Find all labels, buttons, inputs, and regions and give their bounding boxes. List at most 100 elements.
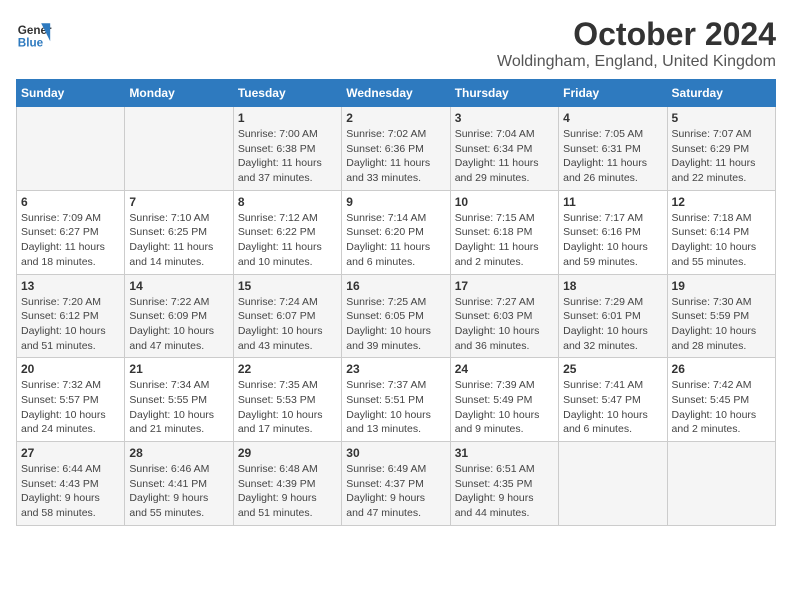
location-subtitle: Woldingham, England, United Kingdom xyxy=(497,53,776,71)
day-cell: 19 Sunrise: 7:30 AM Sunset: 5:59 PM Dayli… xyxy=(667,274,775,358)
day-number: 2 xyxy=(346,111,445,125)
day-detail: Sunrise: 7:27 AM Sunset: 6:03 PM Dayligh… xyxy=(455,295,554,354)
day-number: 29 xyxy=(238,446,337,460)
day-detail: Sunrise: 7:12 AM Sunset: 6:22 PM Dayligh… xyxy=(238,211,337,270)
title-area: October 2024 Woldingham, England, United… xyxy=(497,16,776,71)
day-cell: 28 Sunrise: 6:46 AM Sunset: 4:41 PM Dayli… xyxy=(125,442,233,526)
week-row-3: 13 Sunrise: 7:20 AM Sunset: 6:12 PM Dayli… xyxy=(17,274,776,358)
day-cell: 26 Sunrise: 7:42 AM Sunset: 5:45 PM Dayli… xyxy=(667,358,775,442)
day-cell: 2 Sunrise: 7:02 AM Sunset: 6:36 PM Daylig… xyxy=(342,107,450,191)
calendar-table: SundayMondayTuesdayWednesdayThursdayFrid… xyxy=(16,79,776,526)
day-number: 24 xyxy=(455,362,554,376)
day-number: 12 xyxy=(672,195,771,209)
day-cell xyxy=(559,442,667,526)
logo-icon: General Blue xyxy=(16,16,52,52)
weekday-header-sunday: Sunday xyxy=(17,80,125,107)
weekday-header-wednesday: Wednesday xyxy=(342,80,450,107)
weekday-header-row: SundayMondayTuesdayWednesdayThursdayFrid… xyxy=(17,80,776,107)
day-cell: 9 Sunrise: 7:14 AM Sunset: 6:20 PM Daylig… xyxy=(342,190,450,274)
day-detail: Sunrise: 7:24 AM Sunset: 6:07 PM Dayligh… xyxy=(238,295,337,354)
day-number: 11 xyxy=(563,195,662,209)
day-cell: 25 Sunrise: 7:41 AM Sunset: 5:47 PM Dayli… xyxy=(559,358,667,442)
day-number: 30 xyxy=(346,446,445,460)
day-detail: Sunrise: 7:00 AM Sunset: 6:38 PM Dayligh… xyxy=(238,127,337,186)
day-detail: Sunrise: 7:32 AM Sunset: 5:57 PM Dayligh… xyxy=(21,378,120,437)
day-number: 25 xyxy=(563,362,662,376)
day-number: 16 xyxy=(346,279,445,293)
day-cell xyxy=(17,107,125,191)
week-row-4: 20 Sunrise: 7:32 AM Sunset: 5:57 PM Dayli… xyxy=(17,358,776,442)
day-number: 1 xyxy=(238,111,337,125)
day-cell: 16 Sunrise: 7:25 AM Sunset: 6:05 PM Dayli… xyxy=(342,274,450,358)
day-cell: 29Sunrise: 6:48 AM Sunset: 4:39 PM Dayli… xyxy=(233,442,341,526)
day-number: 15 xyxy=(238,279,337,293)
day-number: 8 xyxy=(238,195,337,209)
day-number: 31 xyxy=(455,446,554,460)
day-detail: Sunrise: 6:46 AM Sunset: 4:41 PM Dayligh… xyxy=(129,462,228,521)
header: General Blue October 2024 Woldingham, En… xyxy=(16,16,776,71)
day-cell: 15 Sunrise: 7:24 AM Sunset: 6:07 PM Dayli… xyxy=(233,274,341,358)
day-number: 19 xyxy=(672,279,771,293)
day-cell: 24 Sunrise: 7:39 AM Sunset: 5:49 PM Dayli… xyxy=(450,358,558,442)
day-detail: Sunrise: 7:07 AM Sunset: 6:29 PM Dayligh… xyxy=(672,127,771,186)
day-detail: Sunrise: 7:34 AM Sunset: 5:55 PM Dayligh… xyxy=(129,378,228,437)
day-number: 9 xyxy=(346,195,445,209)
day-detail: Sunrise: 7:09 AM Sunset: 6:27 PM Dayligh… xyxy=(21,211,120,270)
day-number: 22 xyxy=(238,362,337,376)
day-detail: Sunrise: 7:25 AM Sunset: 6:05 PM Dayligh… xyxy=(346,295,445,354)
day-number: 28 xyxy=(129,446,228,460)
day-detail: Sunrise: 6:51 AM Sunset: 4:35 PM Dayligh… xyxy=(455,462,554,521)
day-detail: Sunrise: 7:15 AM Sunset: 6:18 PM Dayligh… xyxy=(455,211,554,270)
day-detail: Sunrise: 7:10 AM Sunset: 6:25 PM Dayligh… xyxy=(129,211,228,270)
day-cell: 27Sunrise: 6:44 AM Sunset: 4:43 PM Dayli… xyxy=(17,442,125,526)
day-cell: 21 Sunrise: 7:34 AM Sunset: 5:55 PM Dayli… xyxy=(125,358,233,442)
day-number: 14 xyxy=(129,279,228,293)
day-number: 5 xyxy=(672,111,771,125)
week-row-1: 1 Sunrise: 7:00 AM Sunset: 6:38 PM Daylig… xyxy=(17,107,776,191)
day-number: 6 xyxy=(21,195,120,209)
day-cell: 31 Sunrise: 6:51 AM Sunset: 4:35 PM Dayli… xyxy=(450,442,558,526)
day-number: 7 xyxy=(129,195,228,209)
day-number: 23 xyxy=(346,362,445,376)
day-cell: 5 Sunrise: 7:07 AM Sunset: 6:29 PM Daylig… xyxy=(667,107,775,191)
day-detail: Sunrise: 7:04 AM Sunset: 6:34 PM Dayligh… xyxy=(455,127,554,186)
day-number: 4 xyxy=(563,111,662,125)
week-row-2: 6 Sunrise: 7:09 AM Sunset: 6:27 PM Daylig… xyxy=(17,190,776,274)
weekday-header-monday: Monday xyxy=(125,80,233,107)
day-number: 27 xyxy=(21,446,120,460)
day-cell: 12 Sunrise: 7:18 AM Sunset: 6:14 PM Dayli… xyxy=(667,190,775,274)
day-detail: Sunrise: 7:22 AM Sunset: 6:09 PM Dayligh… xyxy=(129,295,228,354)
day-detail: Sunrise: 7:20 AM Sunset: 6:12 PM Dayligh… xyxy=(21,295,120,354)
day-number: 3 xyxy=(455,111,554,125)
logo: General Blue xyxy=(16,16,52,52)
day-detail: Sunrise: 7:42 AM Sunset: 5:45 PM Dayligh… xyxy=(672,378,771,437)
day-detail: Sunrise: 7:41 AM Sunset: 5:47 PM Dayligh… xyxy=(563,378,662,437)
day-number: 21 xyxy=(129,362,228,376)
day-detail: Sunrise: 7:14 AM Sunset: 6:20 PM Dayligh… xyxy=(346,211,445,270)
day-number: 26 xyxy=(672,362,771,376)
day-cell: 17Sunrise: 7:27 AM Sunset: 6:03 PM Dayli… xyxy=(450,274,558,358)
day-cell: 22Sunrise: 7:35 AM Sunset: 5:53 PM Dayli… xyxy=(233,358,341,442)
day-detail: Sunrise: 7:05 AM Sunset: 6:31 PM Dayligh… xyxy=(563,127,662,186)
svg-text:Blue: Blue xyxy=(18,37,44,50)
week-row-5: 27Sunrise: 6:44 AM Sunset: 4:43 PM Dayli… xyxy=(17,442,776,526)
month-title: October 2024 xyxy=(497,16,776,53)
day-cell: 6 Sunrise: 7:09 AM Sunset: 6:27 PM Daylig… xyxy=(17,190,125,274)
day-number: 13 xyxy=(21,279,120,293)
day-cell xyxy=(667,442,775,526)
day-cell: 13 Sunrise: 7:20 AM Sunset: 6:12 PM Dayli… xyxy=(17,274,125,358)
day-cell: 3 Sunrise: 7:04 AM Sunset: 6:34 PM Daylig… xyxy=(450,107,558,191)
day-cell: 4 Sunrise: 7:05 AM Sunset: 6:31 PM Daylig… xyxy=(559,107,667,191)
day-cell: 20 Sunrise: 7:32 AM Sunset: 5:57 PM Dayli… xyxy=(17,358,125,442)
day-detail: Sunrise: 7:18 AM Sunset: 6:14 PM Dayligh… xyxy=(672,211,771,270)
weekday-header-saturday: Saturday xyxy=(667,80,775,107)
day-detail: Sunrise: 7:02 AM Sunset: 6:36 PM Dayligh… xyxy=(346,127,445,186)
day-detail: Sunrise: 7:30 AM Sunset: 5:59 PM Dayligh… xyxy=(672,295,771,354)
weekday-header-tuesday: Tuesday xyxy=(233,80,341,107)
day-cell: 14 Sunrise: 7:22 AM Sunset: 6:09 PM Dayli… xyxy=(125,274,233,358)
day-cell: 1 Sunrise: 7:00 AM Sunset: 6:38 PM Daylig… xyxy=(233,107,341,191)
day-cell: 23Sunrise: 7:37 AM Sunset: 5:51 PM Dayli… xyxy=(342,358,450,442)
day-detail: Sunrise: 7:39 AM Sunset: 5:49 PM Dayligh… xyxy=(455,378,554,437)
day-number: 20 xyxy=(21,362,120,376)
day-cell xyxy=(125,107,233,191)
